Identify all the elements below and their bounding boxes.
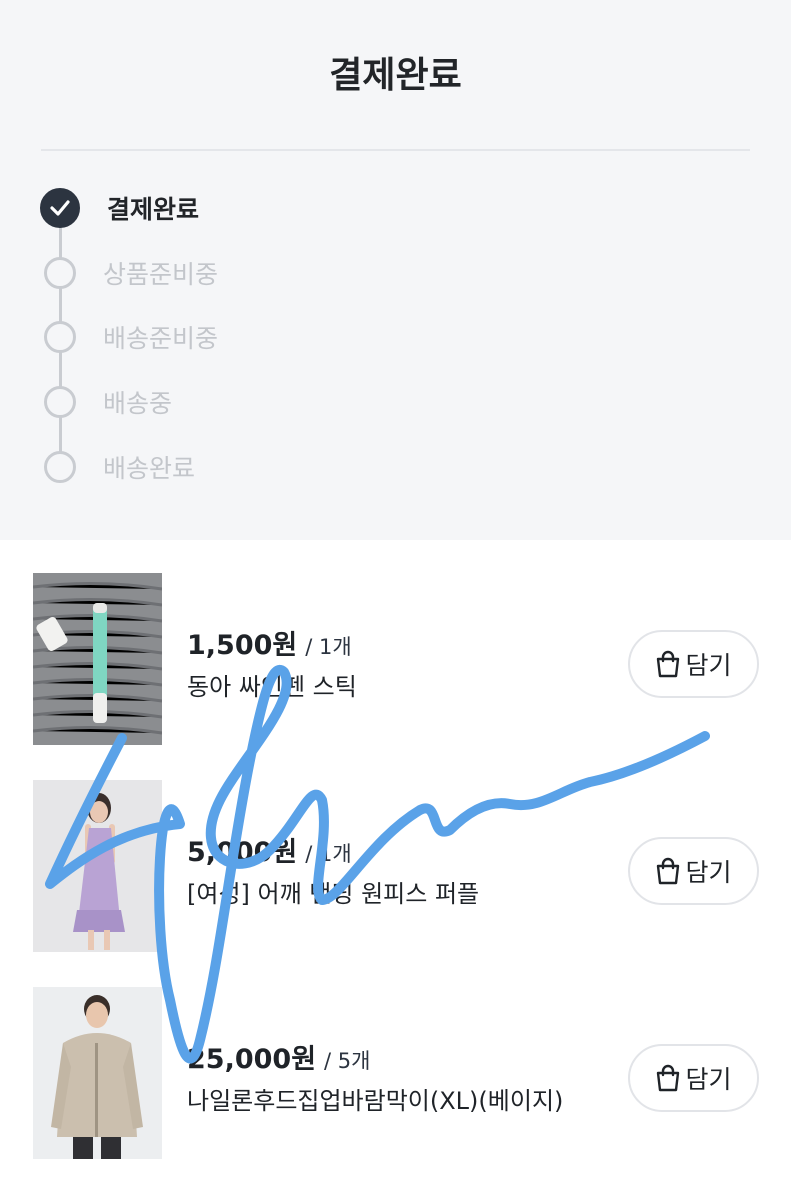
status-step-label: 상품준비중	[103, 260, 219, 289]
product-name[interactable]: 동아 싸인펜 스틱	[187, 667, 357, 702]
check-icon	[50, 200, 70, 216]
product-price-line: 5,000원 / 1개	[187, 830, 352, 869]
cart-button-label: 담기	[685, 651, 732, 680]
divider	[41, 149, 750, 151]
status-step-payment-complete: 결제완료	[40, 188, 199, 228]
status-dot-pending	[44, 386, 76, 418]
status-dot-pending	[44, 257, 76, 289]
status-step-label: 결제완료	[107, 195, 200, 224]
status-step-label: 배송준비중	[103, 324, 219, 353]
shopping-bag-icon	[657, 1064, 680, 1092]
cart-button-label: 담기	[685, 1065, 732, 1094]
product-thumbnail[interactable]	[33, 987, 162, 1159]
product-item[interactable]: 1,500원 / 1개 동아 싸인펜 스틱 담기	[0, 573, 791, 749]
cart-button-label: 담기	[685, 858, 732, 887]
shopping-bag-icon	[657, 650, 680, 678]
add-to-cart-button[interactable]: 담기	[628, 837, 759, 905]
order-status-panel: 결제완료 결제완료 상품준비중 배송준비중 배송중 배송완료	[0, 0, 791, 540]
status-step-preparing-shipment: 배송준비중	[40, 317, 218, 357]
product-name[interactable]: [여성] 어깨 밴딩 원피스 퍼플	[187, 874, 479, 909]
shopping-bag-icon	[657, 857, 680, 885]
product-quantity: / 1개	[305, 842, 352, 866]
status-step-delivered: 배송완료	[40, 447, 195, 487]
product-name[interactable]: 나일론후드집업바람막이(XL)(베이지)	[187, 1081, 563, 1116]
status-dot-pending	[44, 321, 76, 353]
product-thumbnail[interactable]	[33, 573, 162, 745]
status-step-label: 배송중	[103, 389, 173, 418]
add-to-cart-button[interactable]: 담기	[628, 1044, 759, 1112]
product-price: 25,000원	[187, 1044, 317, 1075]
status-dot-done	[40, 188, 80, 228]
product-price: 1,500원	[187, 630, 298, 661]
product-price-line: 1,500원 / 1개	[187, 623, 352, 662]
status-dot-pending	[44, 451, 76, 483]
product-quantity: / 1개	[305, 635, 352, 659]
page-title: 결제완료	[329, 55, 462, 96]
product-quantity: / 5개	[324, 1049, 371, 1073]
product-price-line: 25,000원 / 5개	[187, 1037, 370, 1076]
status-step-preparing-product: 상품준비중	[40, 253, 218, 293]
product-item[interactable]: 5,000원 / 1개 [여성] 어깨 밴딩 원피스 퍼플 담기	[0, 780, 791, 956]
status-step-shipping: 배송중	[40, 382, 172, 422]
product-thumbnail[interactable]	[33, 780, 162, 952]
status-step-label: 배송완료	[103, 454, 196, 483]
add-to-cart-button[interactable]: 담기	[628, 630, 759, 698]
product-price: 5,000원	[187, 837, 298, 868]
product-item[interactable]: 25,000원 / 5개 나일론후드집업바람막이(XL)(베이지) 담기	[0, 987, 791, 1163]
